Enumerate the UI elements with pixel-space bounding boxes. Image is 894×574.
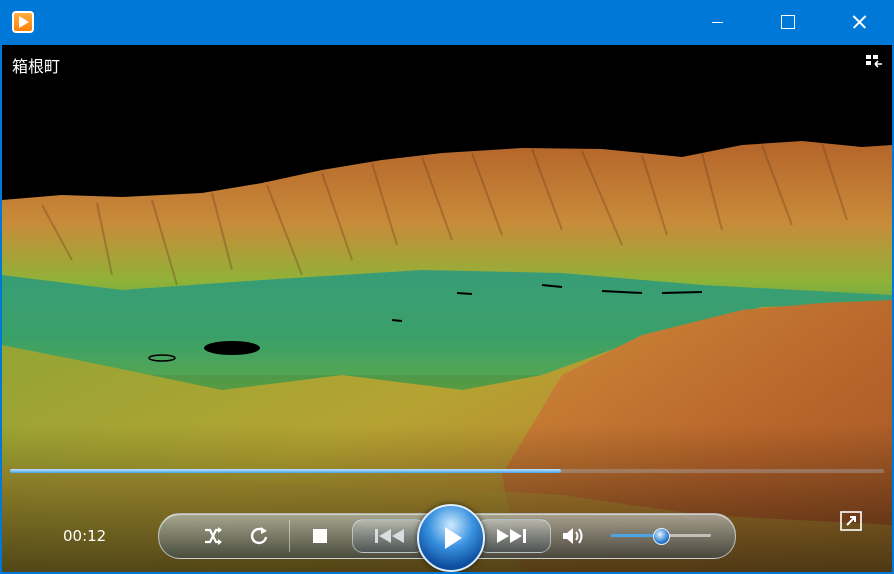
previous-button[interactable] (352, 519, 426, 553)
volume-button[interactable] (557, 520, 589, 552)
control-separator (289, 520, 290, 552)
maximize-icon (781, 15, 795, 29)
play-icon (445, 527, 462, 549)
volume-icon (563, 528, 583, 544)
next-button[interactable] (477, 519, 551, 553)
previous-icon (375, 529, 404, 543)
seek-bar[interactable] (10, 469, 884, 473)
repeat-button[interactable] (243, 520, 275, 552)
play-button[interactable] (417, 504, 485, 572)
stop-icon (313, 529, 327, 543)
switch-to-library-icon[interactable] (866, 55, 882, 69)
maximize-button[interactable] (764, 0, 810, 45)
shuffle-icon (205, 527, 222, 545)
title-bar (0, 0, 894, 45)
shuffle-button[interactable] (197, 520, 229, 552)
volume-slider[interactable] (611, 528, 711, 545)
time-elapsed: 00:12 (63, 527, 107, 545)
fullscreen-icon[interactable] (840, 511, 862, 531)
volume-thumb[interactable] (653, 528, 670, 545)
playback-controls (158, 504, 736, 572)
repeat-icon (250, 527, 268, 545)
media-player-icon[interactable] (12, 11, 34, 33)
stop-button[interactable] (304, 520, 336, 552)
seek-progress (10, 469, 561, 473)
close-button[interactable] (835, 0, 881, 45)
minimize-button[interactable] (694, 0, 740, 45)
next-icon (497, 529, 526, 543)
video-area[interactable]: 箱根町 00:12 (2, 45, 892, 572)
video-frame (2, 45, 892, 572)
clip-title: 箱根町 (12, 57, 61, 76)
minimize-icon (712, 22, 723, 23)
